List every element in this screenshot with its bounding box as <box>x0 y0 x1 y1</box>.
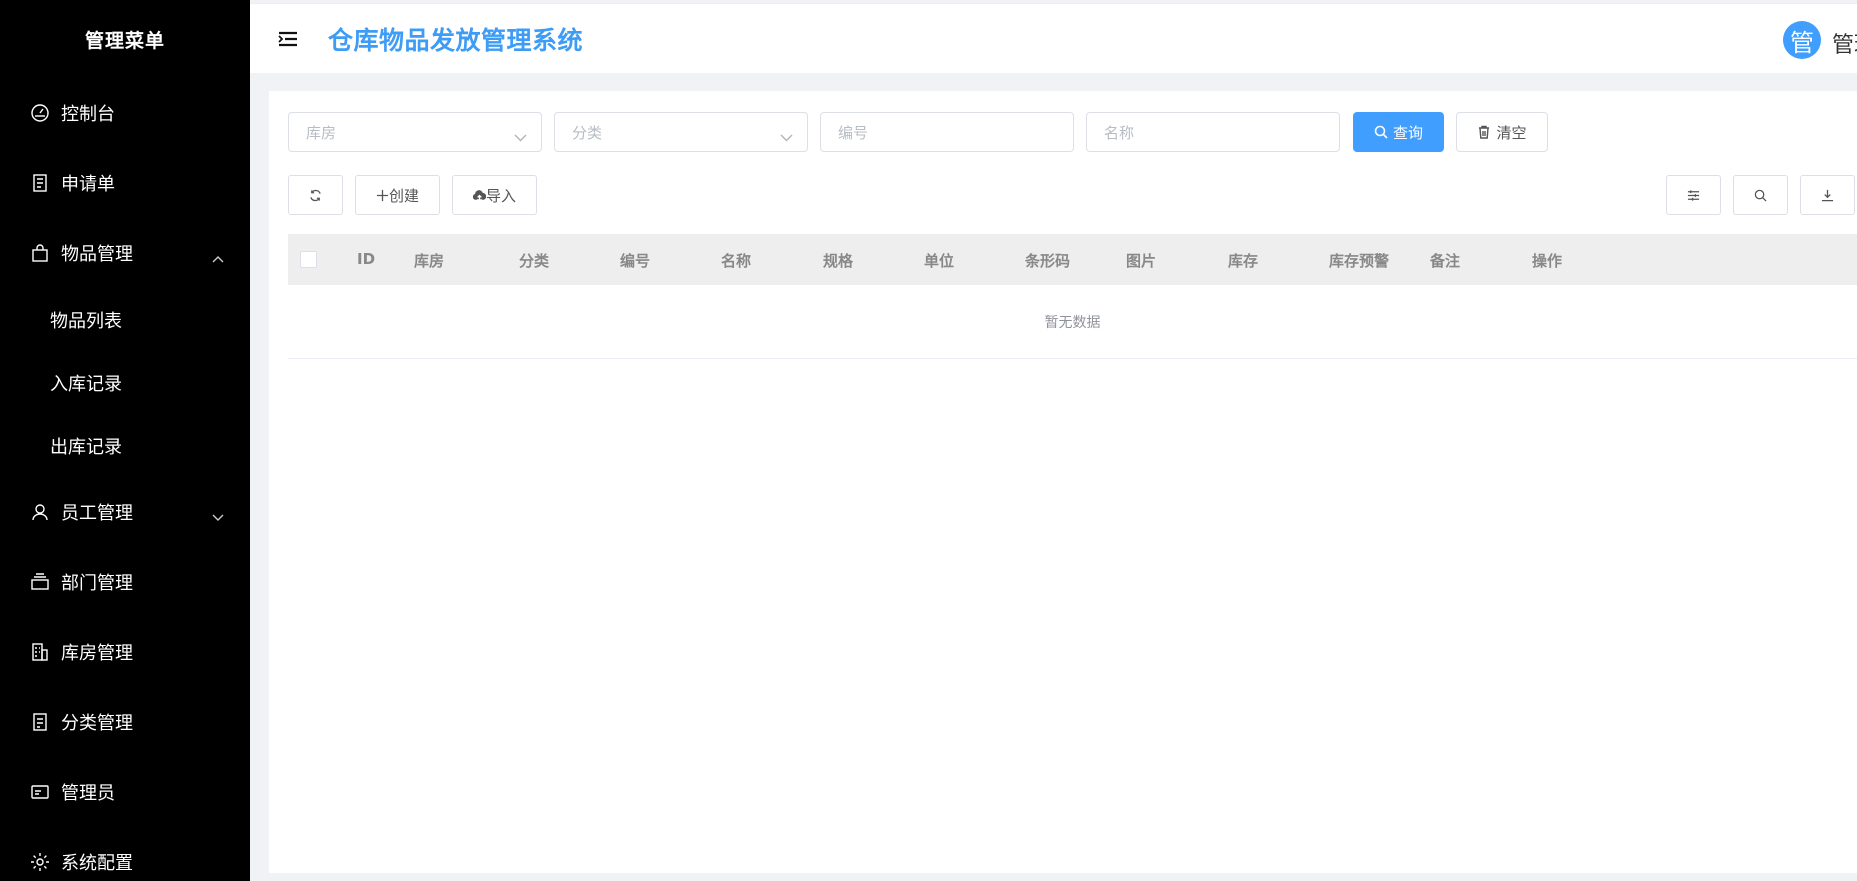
category-select[interactable]: 分类 <box>554 112 808 152</box>
sidebar-item-requests[interactable]: 申请单 <box>0 148 250 218</box>
sidebar-item-label: 库房管理 <box>61 643 133 664</box>
main-panel: 库房 分类 编号 名称 查询 清空 创建 导入 ID 库房 分类 编号 名称 规… <box>269 91 1857 873</box>
search-button-label: 查询 <box>1392 123 1423 142</box>
create-button-label: 创建 <box>388 186 419 205</box>
chevron-down-icon <box>514 128 527 142</box>
gear-icon <box>30 852 50 872</box>
code-input-placeholder: 编号 <box>838 123 869 142</box>
clear-button[interactable]: 清空 <box>1456 112 1548 152</box>
column-header-code[interactable]: 编号 <box>620 250 650 271</box>
code-input[interactable]: 编号 <box>820 112 1074 152</box>
refresh-button[interactable] <box>288 175 343 215</box>
sidebar-item-label: 控制台 <box>61 104 115 125</box>
warehouse-select-placeholder: 库房 <box>306 123 337 142</box>
create-button[interactable]: 创建 <box>355 175 440 215</box>
sidebar-item-categories[interactable]: 分类管理 <box>0 687 250 757</box>
category-select-placeholder: 分类 <box>572 123 603 142</box>
chevron-down-icon <box>780 128 793 142</box>
sidebar-item-goods[interactable]: 物品管理 <box>0 218 250 288</box>
app-title: 仓库物品发放管理系统 <box>328 25 584 55</box>
refresh-icon <box>310 189 321 201</box>
stack-icon <box>30 572 50 592</box>
list-icon <box>30 712 50 732</box>
sidebar-item-label: 管理员 <box>61 783 115 804</box>
trash-icon <box>1479 125 1490 139</box>
sidebar-item-settings[interactable]: 系统配置 <box>0 827 250 881</box>
action-toolbar: 创建 导入 <box>288 175 537 215</box>
clear-button-label: 清空 <box>1496 123 1527 142</box>
column-header-name[interactable]: 名称 <box>721 250 751 271</box>
column-header-stock[interactable]: 库存 <box>1228 250 1258 271</box>
sidebar-title: 管理菜单 <box>84 29 165 52</box>
column-header-remark[interactable]: 备注 <box>1430 250 1460 271</box>
sidebar-subitem-outbound-records[interactable]: 出库记录 <box>0 414 250 477</box>
sliders-icon <box>1687 189 1700 201</box>
column-header-spec[interactable]: 规格 <box>823 250 853 271</box>
sidebar: 管理菜单 控制台 申请单 物品管理 物品列表 入库记录 出库记录 员工管理 部门… <box>0 0 250 881</box>
table-header: ID 库房 分类 编号 名称 规格 单位 条形码 图片 库存 库存预警 备注 操… <box>288 234 1857 285</box>
empty-text: 暂无数据 <box>1044 314 1101 331</box>
search-icon <box>1374 125 1388 139</box>
sidebar-item-label: 部门管理 <box>61 573 133 594</box>
import-button-label: 导入 <box>485 186 516 205</box>
filter-bar: 库房 分类 编号 名称 查询 清空 <box>288 112 1548 152</box>
user-name[interactable]: 管理员 <box>1832 27 1857 59</box>
warehouse-select[interactable]: 库房 <box>288 112 542 152</box>
column-header-warehouse[interactable]: 库房 <box>414 250 444 271</box>
search-icon <box>1754 189 1767 202</box>
sidebar-item-label: 系统配置 <box>61 853 133 874</box>
top-header: 仓库物品发放管理系统 管 管理员 <box>250 3 1857 73</box>
column-header-actions: 操作 <box>1532 252 1563 270</box>
cloud-upload-icon <box>472 189 486 200</box>
toggle-search-button[interactable] <box>1733 175 1788 215</box>
sidebar-item-label: 物品管理 <box>61 244 133 265</box>
sidebar-item-dashboard[interactable]: 控制台 <box>0 78 250 148</box>
plus-icon <box>376 189 389 201</box>
column-header-stock-alert[interactable]: 库存预警 <box>1329 250 1389 271</box>
sidebar-subitem-goods-list[interactable]: 物品列表 <box>0 288 250 351</box>
select-all-checkbox[interactable] <box>300 251 317 268</box>
id-card-icon <box>30 782 50 802</box>
sidebar-item-label: 员工管理 <box>61 503 133 524</box>
export-button[interactable] <box>1800 175 1855 215</box>
column-header-id[interactable]: ID <box>357 250 375 268</box>
import-button[interactable]: 导入 <box>452 175 537 215</box>
user-icon <box>30 502 50 522</box>
column-header-image[interactable]: 图片 <box>1126 250 1156 271</box>
table-tools <box>1666 175 1855 215</box>
sidebar-item-staff[interactable]: 员工管理 <box>0 477 250 547</box>
column-header-barcode[interactable]: 条形码 <box>1025 250 1070 271</box>
building-icon <box>30 642 50 662</box>
column-header-unit[interactable]: 单位 <box>924 250 954 271</box>
chevron-down-icon <box>212 506 224 521</box>
sidebar-item-departments[interactable]: 部门管理 <box>0 547 250 617</box>
table-empty-state: 暂无数据 <box>288 285 1857 359</box>
sidebar-item-admins[interactable]: 管理员 <box>0 757 250 827</box>
document-icon <box>30 173 50 193</box>
name-input-placeholder: 名称 <box>1104 123 1135 142</box>
chevron-up-icon <box>212 247 224 263</box>
sidebar-item-label: 分类管理 <box>61 713 133 734</box>
column-header-category[interactable]: 分类 <box>519 250 549 271</box>
sidebar-subitem-inbound-records[interactable]: 入库记录 <box>0 351 250 414</box>
menu-toggle-icon[interactable] <box>276 27 300 51</box>
sidebar-item-label: 申请单 <box>61 174 115 195</box>
sidebar-item-warehouses[interactable]: 库房管理 <box>0 617 250 687</box>
avatar[interactable]: 管 <box>1783 21 1821 59</box>
download-icon <box>1821 189 1834 201</box>
shopping-bag-icon <box>30 243 50 263</box>
dashboard-icon <box>30 103 50 123</box>
search-button[interactable]: 查询 <box>1353 112 1444 152</box>
name-input[interactable]: 名称 <box>1086 112 1340 152</box>
column-settings-button[interactable] <box>1666 175 1721 215</box>
